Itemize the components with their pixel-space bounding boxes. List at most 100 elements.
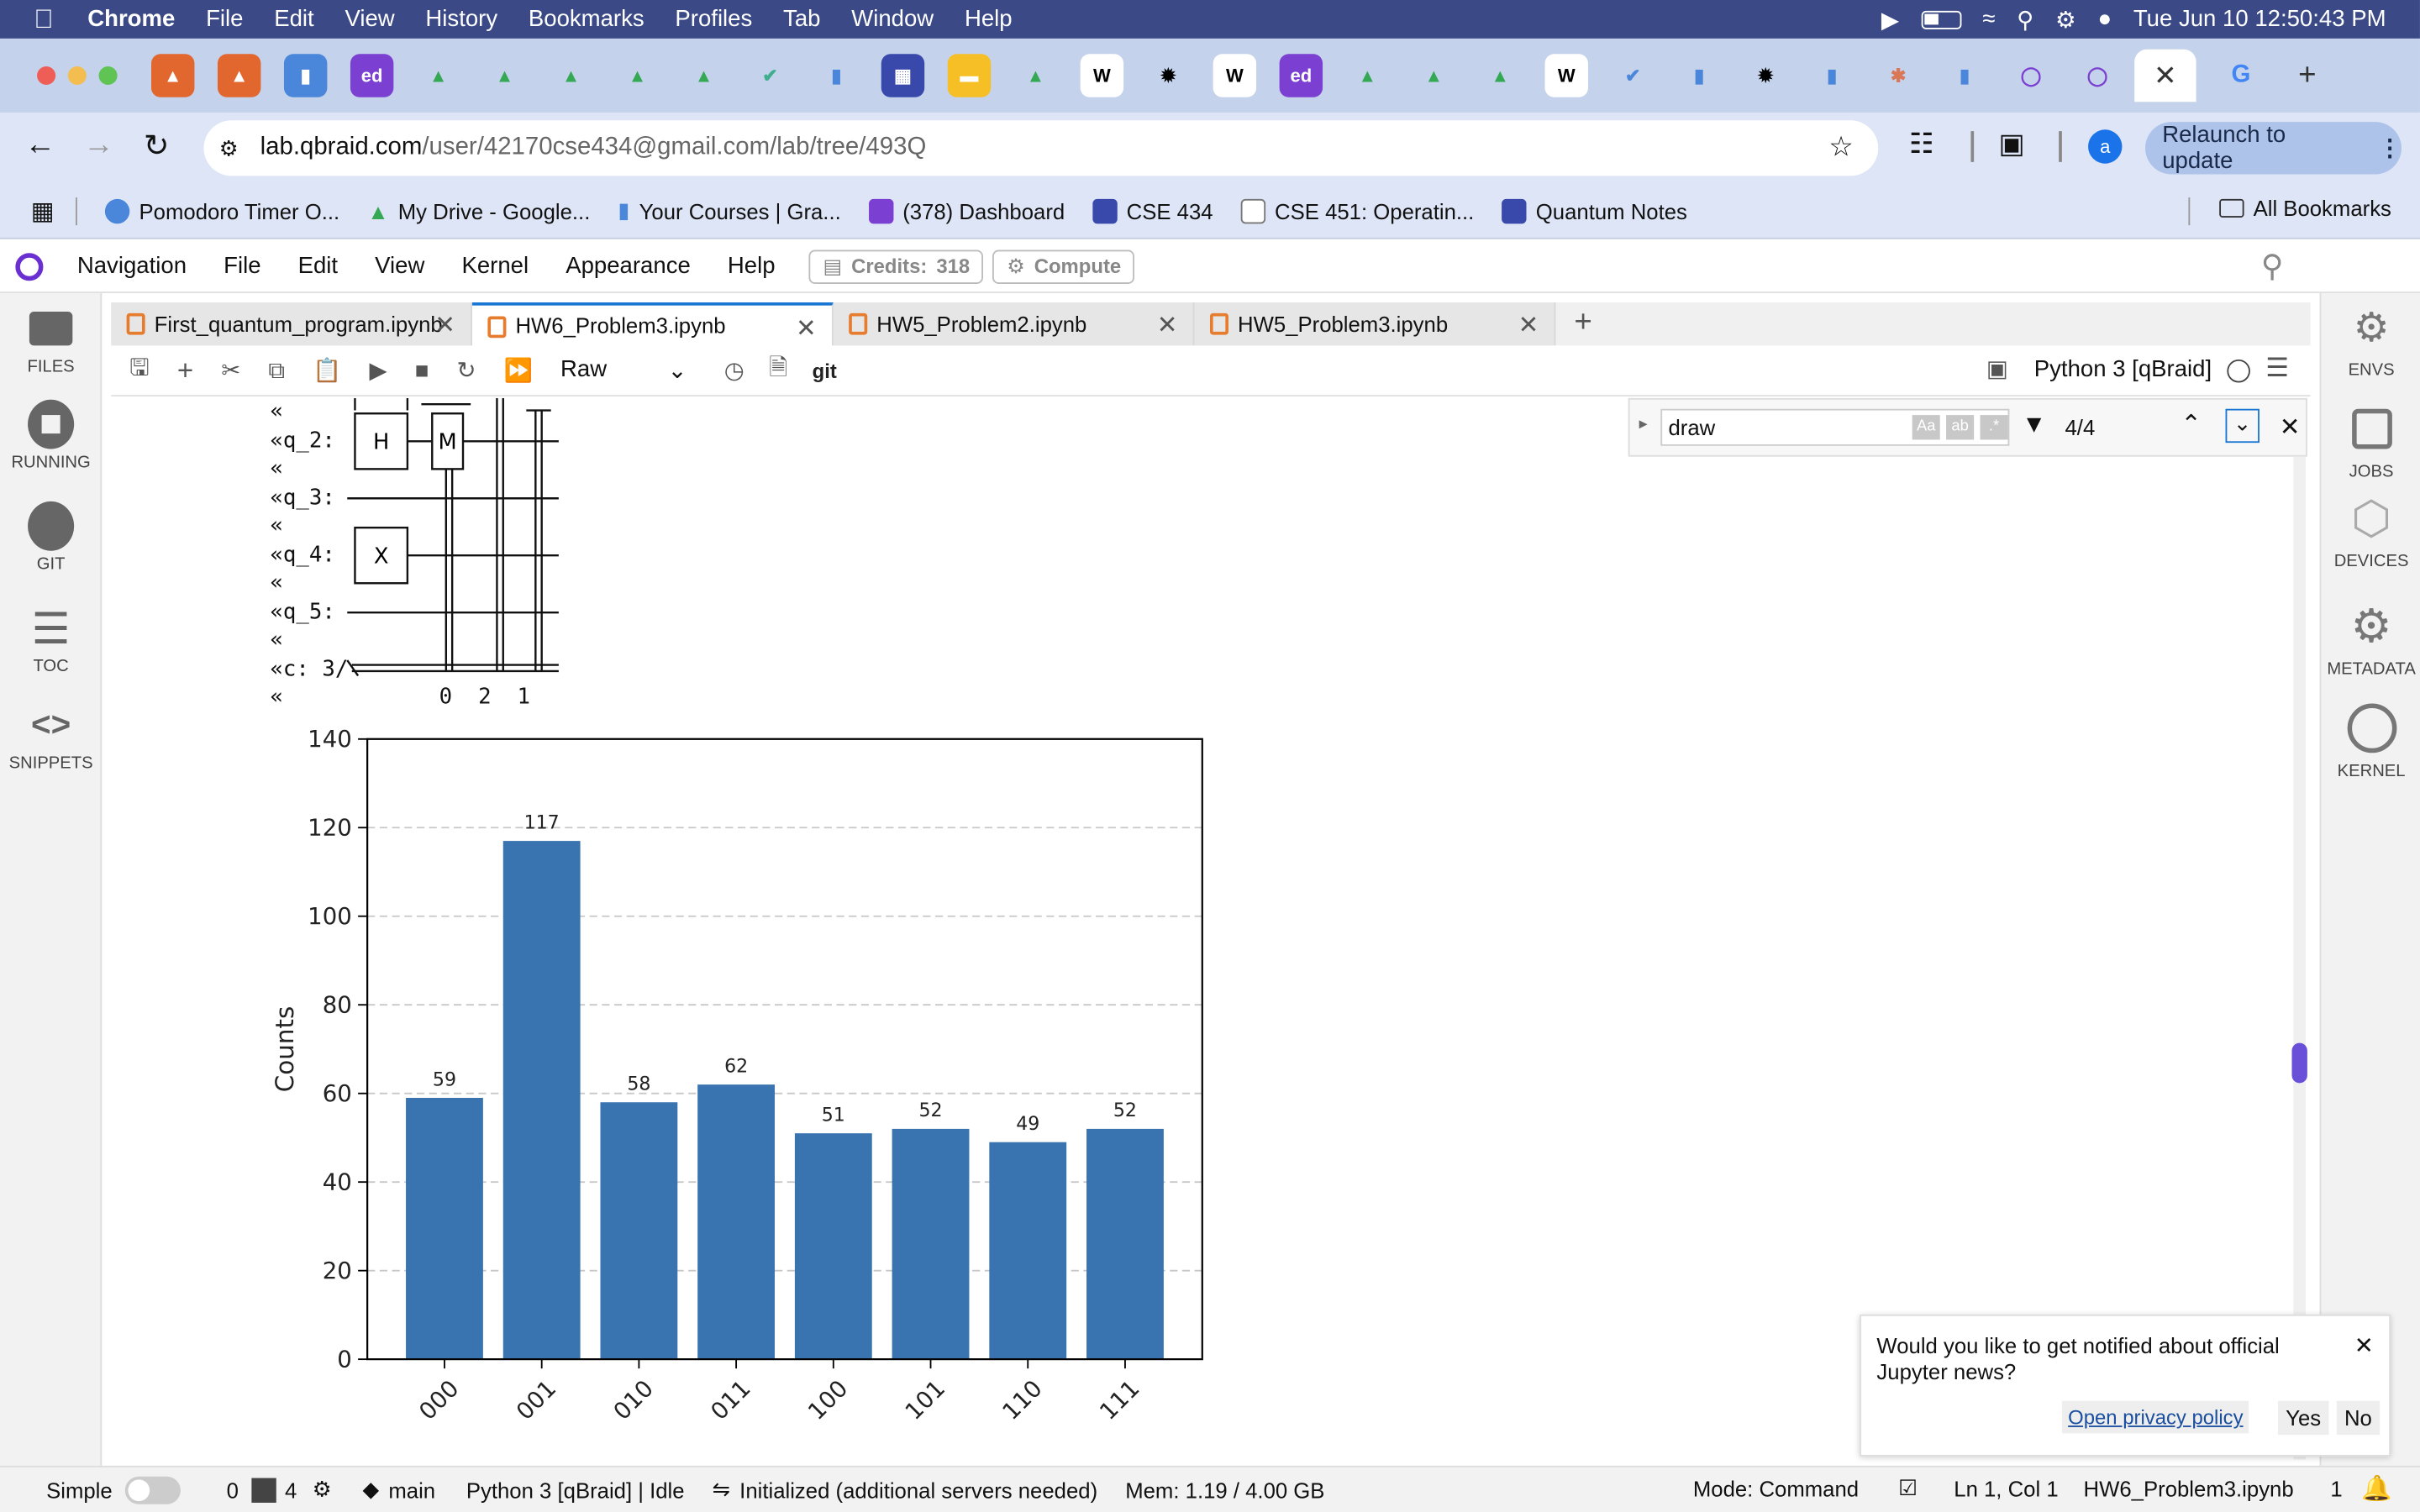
chart-tab-icon[interactable]: ▮	[1810, 54, 1853, 97]
apple-icon[interactable]: 	[34, 4, 53, 35]
sidebar-item-toc[interactable]: ☰ TOC	[0, 604, 102, 675]
settings-icon[interactable]: ⚙	[313, 1477, 332, 1503]
close-tab-icon[interactable]: ✕	[434, 310, 455, 341]
tab-search-icon[interactable]: ▣	[1999, 128, 2025, 160]
all-bookmarks[interactable]: All Bookmarks	[2219, 196, 2391, 221]
bookmark-ed-dashboard[interactable]: (378) Dashboard	[868, 198, 1065, 223]
scrollbar-track[interactable]	[2293, 456, 2307, 1460]
sidebar-item-git[interactable]: GIT	[0, 501, 102, 574]
drive-tab-icon[interactable]: ▲	[682, 54, 725, 97]
claude-tab-icon[interactable]: ✱	[1876, 54, 1919, 97]
check-tab-icon[interactable]: ✔	[1612, 54, 1655, 97]
bookmark-quantum-notes[interactable]: Quantum Notes	[1502, 198, 1687, 223]
history-icon[interactable]: ◷	[724, 356, 744, 384]
document-icon[interactable]: 🗎	[769, 351, 787, 390]
chart-tab-icon[interactable]: ▮	[815, 54, 858, 97]
bookmark-gradescope[interactable]: ▮ Your Courses | Gra...	[618, 197, 840, 223]
sidebar-item-metadata[interactable]: ⚙ METADATA	[2321, 601, 2420, 679]
cell-type-select[interactable]: Raw ⌄	[560, 356, 687, 384]
tab-hw5-problem3[interactable]: HW5_Problem3.ipynb ✕	[1194, 302, 1556, 346]
new-launcher-button[interactable]: +	[1574, 302, 1591, 345]
fast-forward-icon[interactable]: ⏩	[504, 356, 533, 384]
compute-button[interactable]: ⚙ Compute	[992, 249, 1135, 284]
calendar-tab-icon[interactable]: ▦	[881, 54, 925, 97]
privacy-policy-link[interactable]: Open privacy policy	[2061, 1400, 2249, 1434]
terminal-count[interactable]: 0	[227, 1478, 239, 1502]
google-tab-icon[interactable]: G	[2219, 54, 2262, 97]
chart-tab-icon[interactable]: ▮	[283, 54, 328, 97]
scrollbar-thumb[interactable]	[2291, 1042, 2307, 1084]
profile-avatar[interactable]: a	[2088, 129, 2123, 164]
spotlight-search-icon[interactable]: ⚲	[2017, 5, 2033, 33]
yes-button[interactable]: Yes	[2277, 1400, 2329, 1436]
expand-replace-icon[interactable]: ▸	[1639, 413, 1648, 433]
previous-match-icon[interactable]: ⌃	[2181, 409, 2202, 440]
menu-history[interactable]: History	[425, 6, 497, 32]
check-tab-icon[interactable]: ✔	[749, 54, 792, 97]
menu-edit[interactable]: Edit	[274, 6, 313, 32]
kernel-name[interactable]: Python 3 [qBraid]	[2034, 356, 2212, 382]
kernel-status[interactable]: Python 3 [qBraid] | Idle	[466, 1478, 685, 1502]
ed-tab-icon[interactable]: ed	[1279, 54, 1323, 97]
extensions-icon[interactable]: ☷	[1909, 128, 1934, 160]
close-find-icon[interactable]: ✕	[2280, 412, 2301, 443]
menu-file[interactable]: File	[206, 6, 243, 32]
save-icon[interactable]: 🖫	[129, 351, 149, 390]
chatgpt-tab-icon[interactable]: ✹	[1744, 54, 1786, 97]
bookmark-drive[interactable]: ▲ My Drive - Google...	[367, 198, 590, 223]
app-menu-chrome[interactable]: Chrome	[87, 6, 175, 32]
siri-icon[interactable]: ●	[2097, 6, 2112, 32]
find-input[interactable]: draw Aa ab .*	[1660, 408, 2010, 446]
next-match-icon[interactable]: ⌄	[2225, 408, 2260, 444]
search-icon[interactable]: ⚲	[2261, 247, 2284, 286]
wikipedia-tab-icon[interactable]: W	[1080, 54, 1124, 97]
wikipedia-tab-icon[interactable]: W	[1544, 54, 1588, 97]
close-window-button[interactable]	[37, 66, 56, 86]
qbraid-tab-icon[interactable]: ◯	[2009, 54, 2052, 97]
ed-tab-icon[interactable]: ed	[350, 54, 394, 97]
active-tab-close-icon[interactable]: ✕	[2134, 49, 2196, 102]
menu-icon[interactable]: ☰	[2265, 354, 2289, 385]
sidebar-item-running[interactable]: RUNNING	[0, 399, 102, 472]
git-branch[interactable]: main	[388, 1478, 435, 1502]
menu-edit[interactable]: Edit	[298, 253, 338, 279]
play-icon[interactable]: ▶	[1881, 5, 1899, 33]
bookmark-cse434[interactable]: CSE 434	[1092, 198, 1213, 223]
zoom-window-button[interactable]	[98, 66, 118, 86]
menu-view[interactable]: View	[375, 253, 424, 279]
close-tab-icon[interactable]: ✕	[1157, 310, 1178, 341]
simple-mode-toggle[interactable]	[124, 1475, 181, 1504]
menu-appearance[interactable]: Appearance	[566, 253, 691, 279]
drive-tab-icon[interactable]: ▲	[417, 54, 460, 97]
match-case-icon[interactable]: Aa	[1912, 415, 1940, 440]
trusted-shield-icon[interactable]: ☑	[1898, 1475, 1918, 1501]
drive-tab-icon[interactable]: ▲	[1346, 54, 1389, 97]
sidebar-item-snippets[interactable]: <> SNIPPETS	[0, 702, 102, 773]
drive-tab-icon[interactable]: ▲	[616, 54, 659, 97]
git-button[interactable]: git	[813, 359, 837, 382]
sidebar-item-envs[interactable]: ⚙ ENVS	[2321, 302, 2420, 380]
apps-grid-icon[interactable]: ▦	[31, 195, 55, 226]
menu-profiles[interactable]: Profiles	[675, 6, 752, 32]
menu-navigation[interactable]: Navigation	[77, 253, 187, 279]
no-button[interactable]: No	[2336, 1400, 2381, 1436]
menu-help[interactable]: Help	[965, 6, 1013, 32]
forward-arrow-icon[interactable]: →	[83, 128, 114, 163]
close-notification-icon[interactable]: ✕	[2354, 1331, 2374, 1359]
reload-icon[interactable]: ↻	[144, 127, 170, 165]
qbraid-tab-icon[interactable]: ◯	[2075, 54, 2118, 97]
filter-icon[interactable]: ▼	[2022, 412, 2046, 439]
restart-icon[interactable]: ↻	[456, 356, 476, 384]
credits-pill[interactable]: ▤ Credits: 318	[808, 249, 984, 284]
menu-bookmarks[interactable]: Bookmarks	[529, 6, 644, 32]
menu-kernel[interactable]: Kernel	[461, 253, 529, 279]
drive-tab-icon[interactable]: ▲	[1479, 54, 1522, 97]
wikipedia-tab-icon[interactable]: W	[1213, 54, 1257, 97]
menu-help[interactable]: Help	[728, 253, 776, 279]
address-bar[interactable]: ⚙ lab.qbraid.com/user/42170cse434@gmail.…	[203, 120, 1879, 176]
menu-view[interactable]: View	[345, 6, 394, 32]
bookmark-pomodoro[interactable]: Pomodoro Timer O...	[105, 198, 339, 223]
stop-icon[interactable]: ■	[415, 357, 429, 383]
menu-window[interactable]: Window	[851, 6, 934, 32]
bookmark-cse451[interactable]: CSE 451: Operatin...	[1240, 198, 1474, 223]
